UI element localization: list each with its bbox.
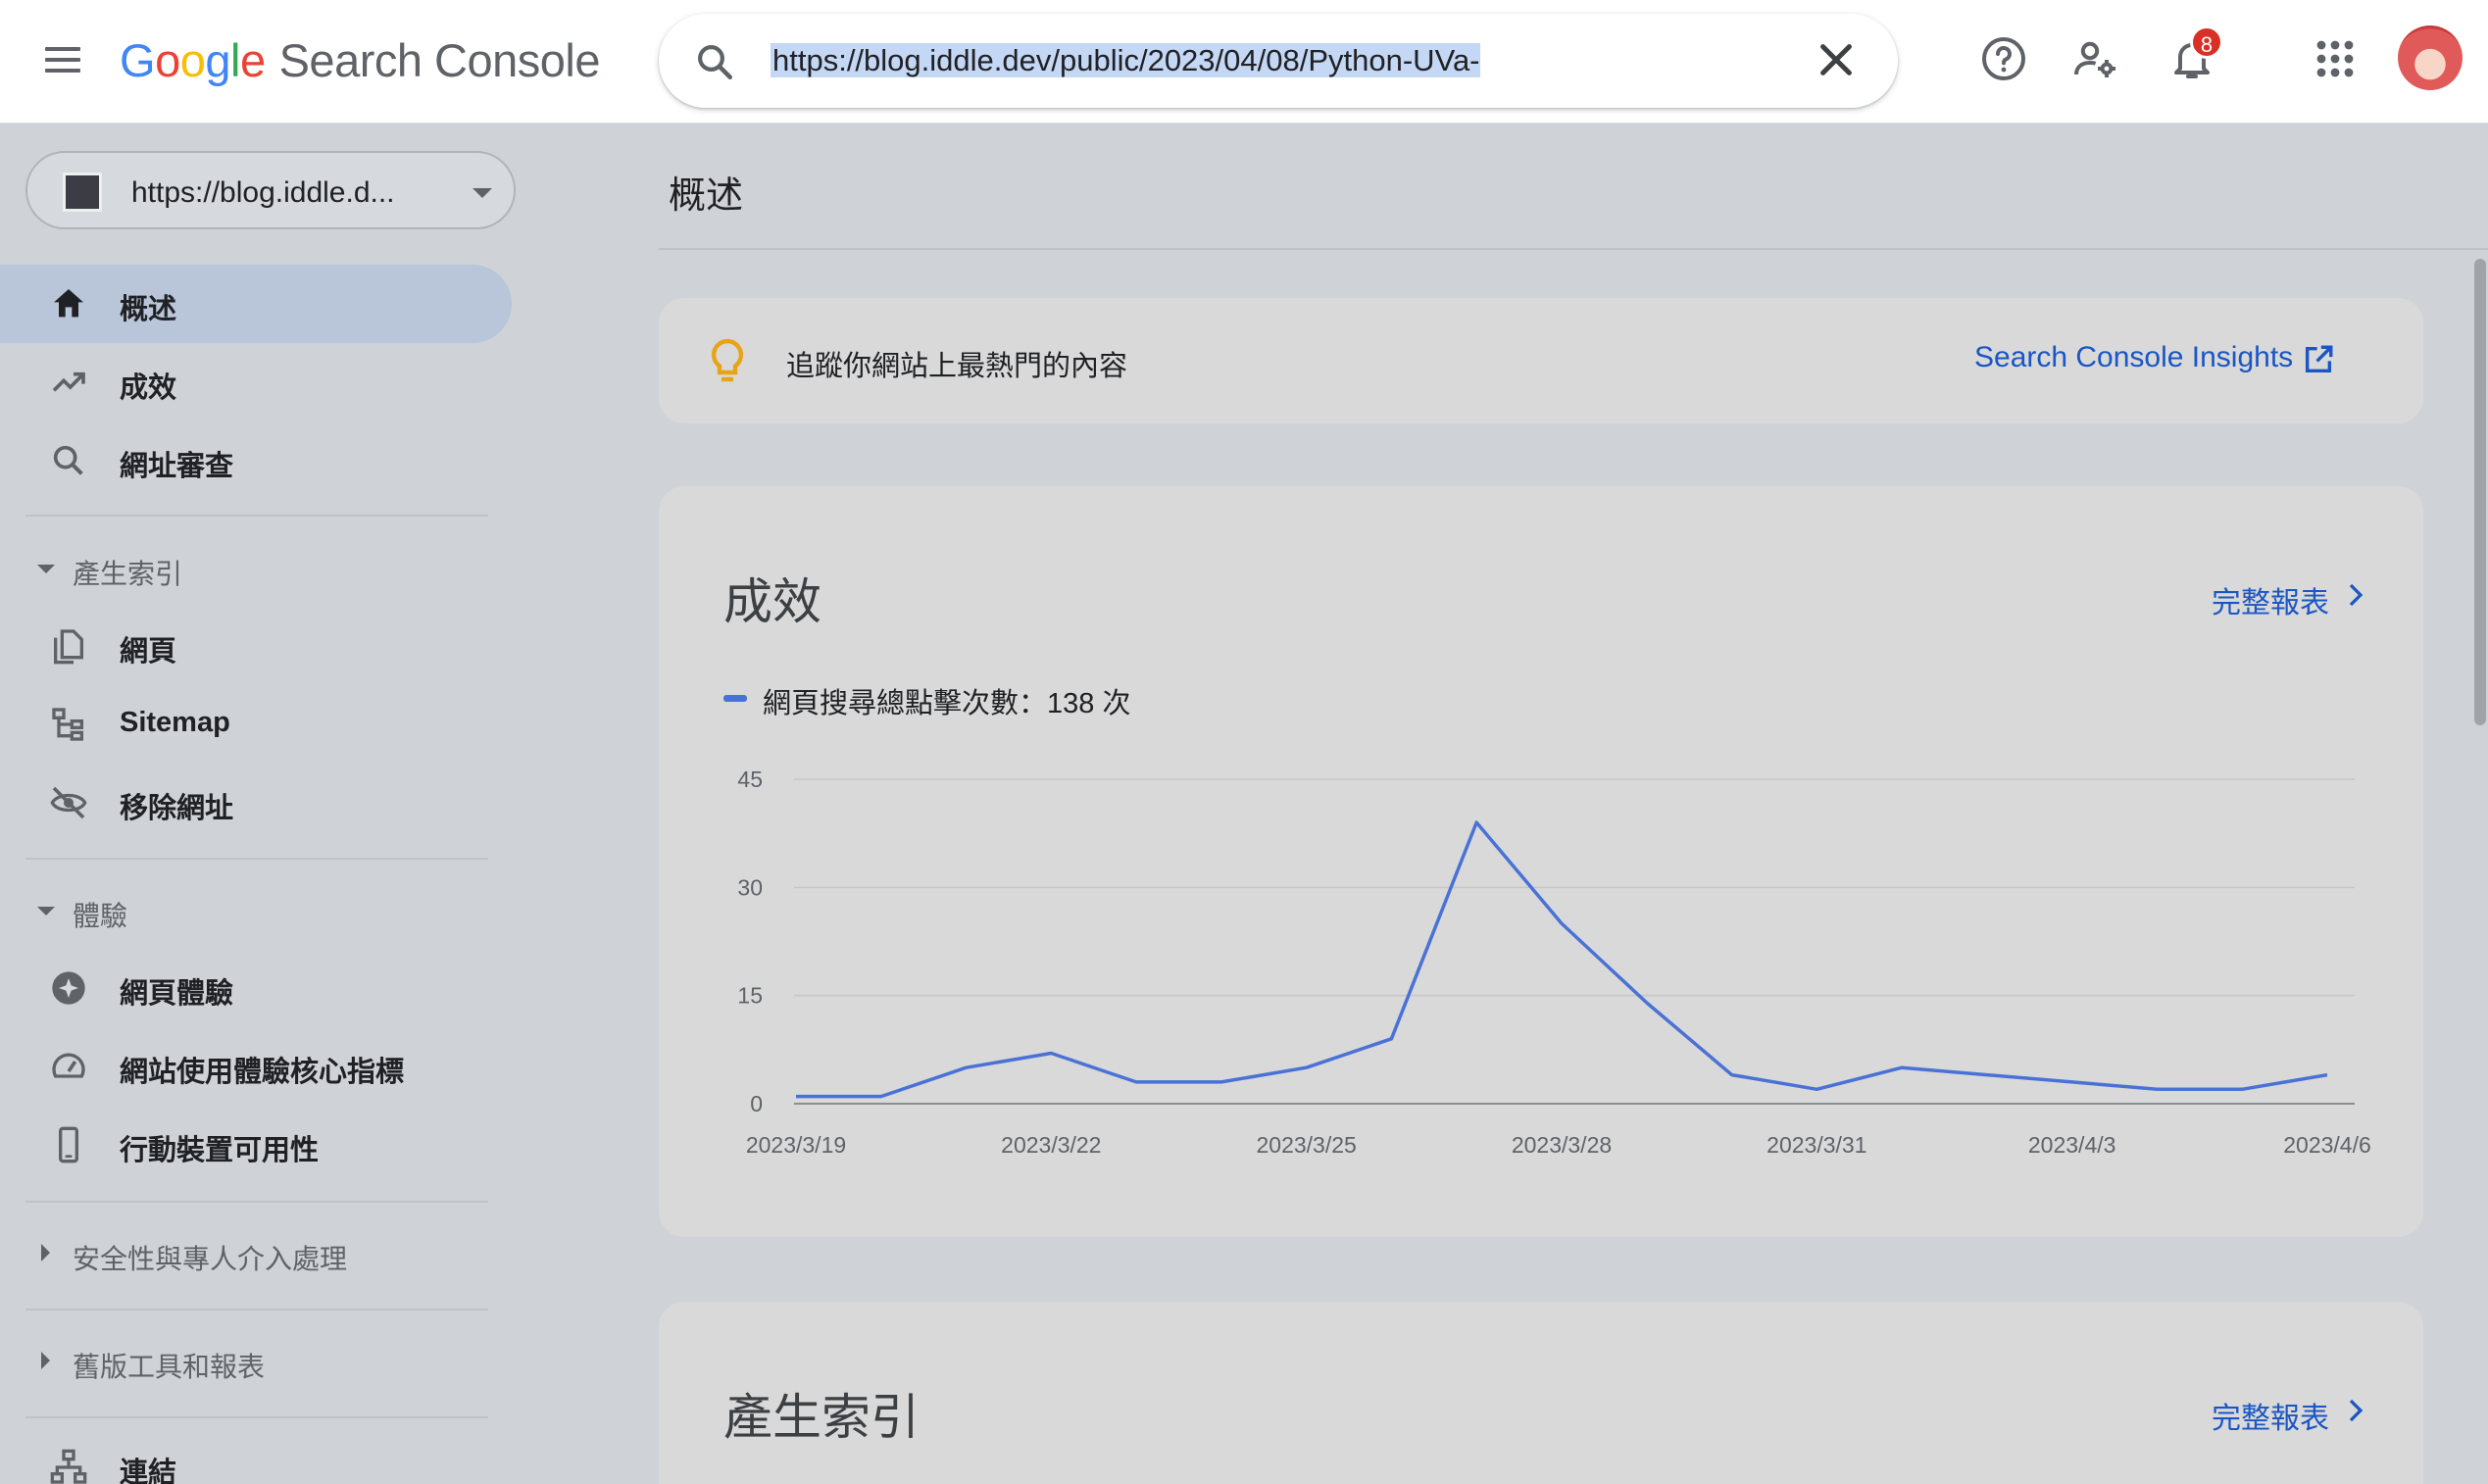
sidebar-item-performance[interactable]: 成效	[0, 343, 512, 421]
top-app-bar: Google Search Console https://blog.iddle.…	[0, 0, 2488, 124]
search-console-insights-link[interactable]: Search Console Insights	[1974, 341, 2293, 374]
sidebar-item-mobile-usability[interactable]: 行動裝置可用性	[0, 1106, 512, 1184]
sidebar-item-links[interactable]: 連結	[0, 1428, 512, 1484]
caret-right-icon	[41, 1244, 50, 1261]
section-label: 舊版工具和報表	[73, 1352, 266, 1382]
search-input-text: https://blog.iddle.dev/public/2023/04/08…	[771, 43, 1480, 77]
sidebar-item-url-inspection[interactable]: 網址審查	[0, 421, 512, 500]
divider	[25, 1201, 488, 1203]
sidebar-item-label: 概述	[120, 294, 177, 325]
account-avatar[interactable]	[2398, 25, 2463, 90]
divider	[25, 1416, 488, 1418]
sidebar-item-label: 網址審查	[120, 451, 234, 482]
sidebar-item-sitemap[interactable]: Sitemap	[0, 685, 512, 764]
sidebar-item-label: 移除網址	[120, 793, 234, 824]
main-menu-icon[interactable]	[39, 39, 88, 84]
caret-down-icon	[37, 565, 55, 573]
star-badge-icon	[52, 971, 85, 1005]
google-search-console-logo[interactable]: Google Search Console	[120, 33, 601, 87]
insights-banner: 追蹤你網站上最熱門的內容 Search Console Insights	[659, 298, 2423, 423]
sidebar-item-label: 成效	[120, 372, 177, 404]
caret-right-icon	[41, 1352, 50, 1369]
sidebar-item-core-web-vitals[interactable]: 網站使用體驗核心指標	[0, 1027, 512, 1106]
logo-letter: o	[179, 34, 206, 86]
smartphone-icon	[59, 1126, 78, 1163]
sidebar-item-label: 連結	[120, 1458, 177, 1484]
sidebar-nav: https://blog.iddle.d... 概述 成效 網址審查 產生索引 …	[0, 124, 549, 1484]
property-thumbnail	[63, 173, 102, 212]
property-label: https://blog.iddle.d...	[131, 176, 395, 209]
logo-letter: e	[239, 34, 266, 86]
sidebar-item-label: 網頁	[120, 636, 177, 668]
sidebar-item-overview[interactable]: 概述	[0, 265, 512, 343]
page-title: 概述	[669, 175, 744, 217]
caret-down-icon	[37, 907, 55, 915]
x-tick-label: 2023/3/28	[1512, 1132, 1612, 1158]
logo-letter: l	[229, 34, 240, 86]
chevron-right-icon[interactable]	[2341, 1394, 2370, 1427]
pages-icon	[54, 629, 83, 665]
home-icon	[54, 289, 83, 318]
section-label: 體驗	[73, 901, 128, 931]
x-tick-label: 2023/3/25	[1257, 1132, 1357, 1158]
lightbulb-icon	[711, 338, 744, 382]
y-tick-label: 0	[750, 1091, 763, 1116]
performance-card: 成效 完整報表 網頁搜尋總點擊次數：138 次 0 15 30 45 2023/3/19…	[659, 486, 2423, 1237]
y-tick-label: 45	[737, 767, 763, 792]
section-label: 產生索引	[73, 559, 183, 589]
scrollbar-thumb[interactable]	[2474, 259, 2486, 725]
x-tick-label: 2023/3/31	[1766, 1132, 1866, 1158]
section-experience[interactable]: 體驗	[0, 881, 490, 940]
apps-grid-icon[interactable]	[2312, 35, 2359, 82]
logo-letter: g	[205, 34, 230, 86]
y-tick-label: 30	[737, 874, 763, 900]
url-inspect-search-bar[interactable]: https://blog.iddle.dev/public/2023/04/08…	[659, 14, 1898, 108]
sidebar-item-page-experience[interactable]: 網頁體驗	[0, 949, 512, 1027]
section-label: 安全性與專人介入處理	[73, 1244, 348, 1274]
insights-message: 追蹤你網站上最熱門的內容	[786, 351, 1128, 382]
sidebar-item-label: 行動裝置可用性	[120, 1135, 320, 1166]
series-line	[796, 820, 2328, 1099]
notification-badge: 8	[2190, 25, 2223, 59]
links-network-icon	[50, 1449, 87, 1484]
y-tick-label: 15	[737, 983, 763, 1009]
divider	[25, 1309, 488, 1311]
eye-off-icon	[50, 786, 87, 819]
property-selector[interactable]: https://blog.iddle.d...	[25, 151, 516, 229]
chevron-down-icon	[473, 188, 492, 198]
indexing-card: 產生索引 完整報表	[659, 1302, 2423, 1484]
scrollbar[interactable]	[2472, 255, 2488, 1484]
sidebar-item-label: 網頁體驗	[120, 978, 234, 1010]
divider	[25, 858, 488, 860]
sidebar-item-label: Sitemap	[120, 707, 230, 738]
indexing-title: 產生索引	[723, 1390, 920, 1445]
sidebar-item-pages[interactable]: 網頁	[0, 607, 512, 685]
search-icon[interactable]	[694, 41, 735, 82]
user-settings-icon[interactable]	[2072, 35, 2119, 82]
sitemap-icon	[52, 708, 84, 741]
speedometer-icon	[52, 1053, 85, 1078]
clicks-line-chart[interactable]: 0 15 30 45 2023/3/19 2023/3/22 2023/3/25 2023/3…	[659, 486, 2423, 1237]
section-security[interactable]: 安全性與專人介入處理	[0, 1224, 490, 1283]
logo-letter: o	[155, 34, 180, 86]
trending-up-icon	[52, 371, 85, 392]
product-name: Search Console	[278, 34, 601, 86]
section-legacy[interactable]: 舊版工具和報表	[0, 1332, 490, 1391]
sidebar-item-removals[interactable]: 移除網址	[0, 764, 512, 842]
x-tick-label: 2023/3/19	[746, 1132, 846, 1158]
open-in-new-icon[interactable]	[2302, 343, 2335, 376]
section-indexing[interactable]: 產生索引	[0, 539, 490, 598]
logo-letter: G	[120, 34, 156, 86]
sidebar-item-label: 網站使用體驗核心指標	[120, 1057, 405, 1088]
help-icon[interactable]	[1980, 35, 2027, 82]
x-tick-label: 2023/3/22	[1001, 1132, 1101, 1158]
x-tick-label: 2023/4/3	[2028, 1132, 2116, 1158]
full-report-link[interactable]: 完整報表	[2212, 1394, 2329, 1437]
close-icon[interactable]	[1814, 37, 1859, 82]
search-input[interactable]: https://blog.iddle.dev/public/2023/04/08…	[771, 43, 1480, 78]
divider	[25, 515, 488, 517]
search-icon	[53, 445, 83, 475]
x-tick-label: 2023/4/6	[2283, 1132, 2371, 1158]
divider	[659, 248, 2488, 250]
